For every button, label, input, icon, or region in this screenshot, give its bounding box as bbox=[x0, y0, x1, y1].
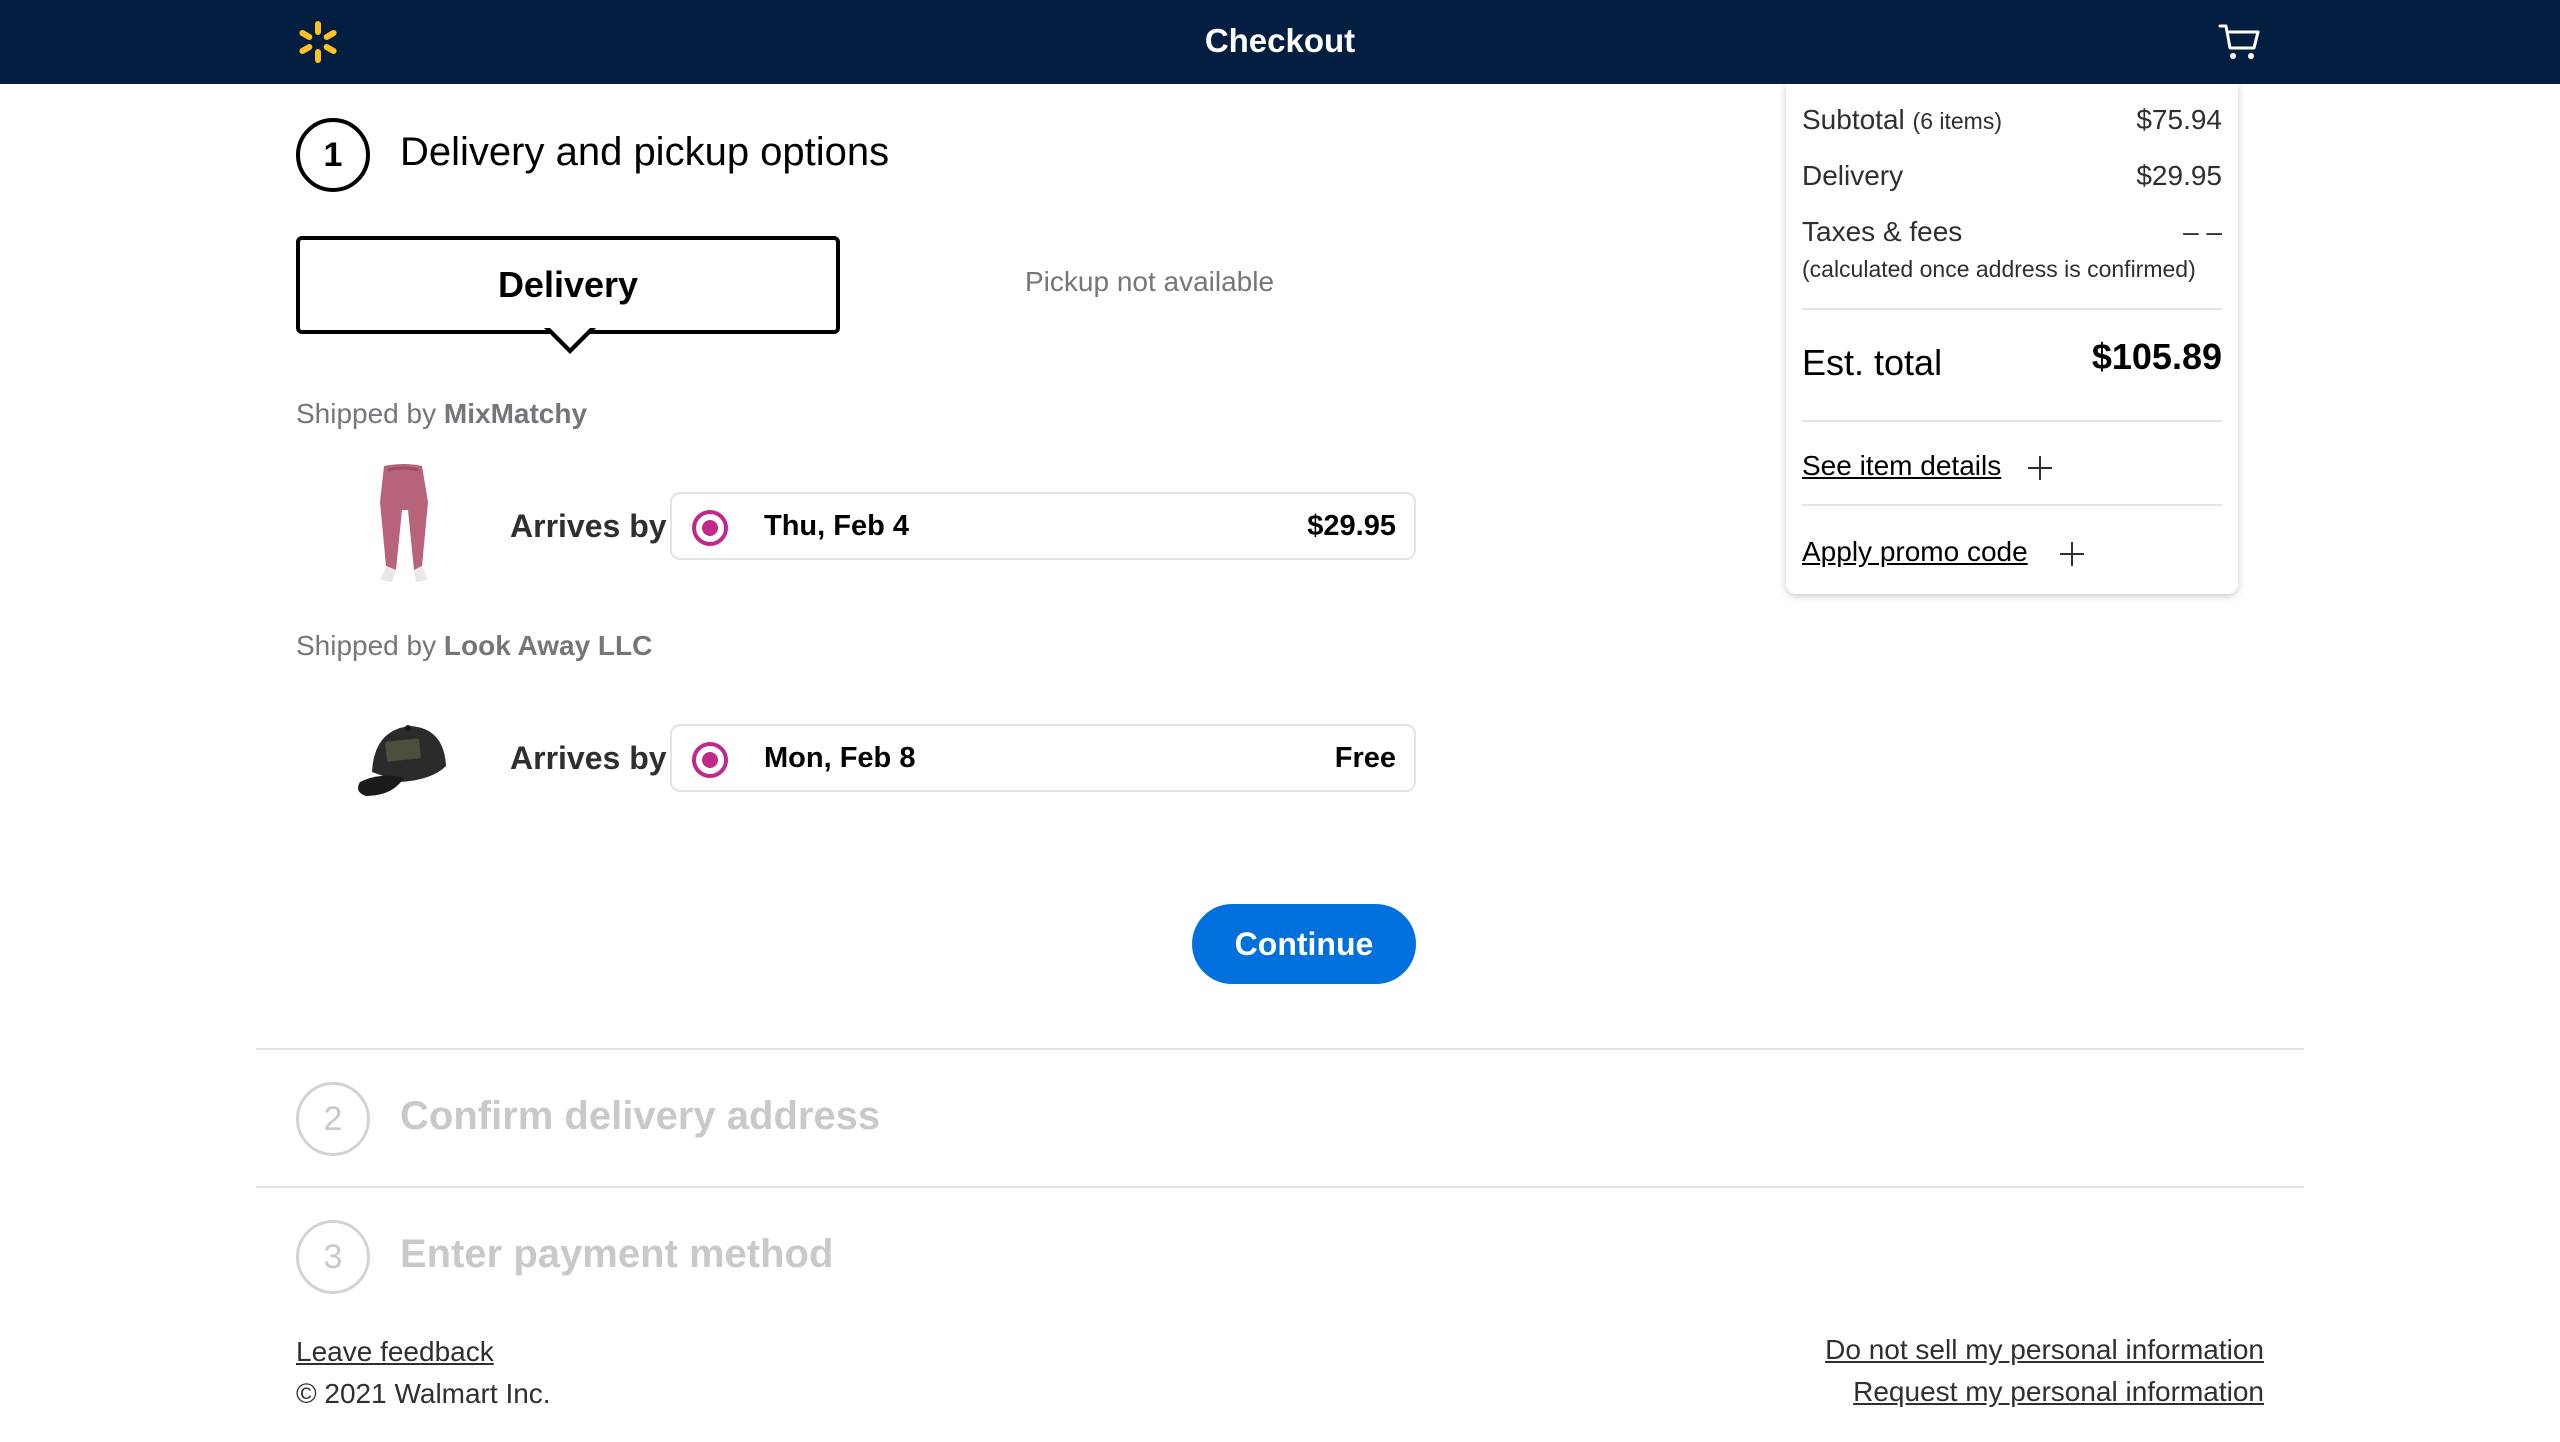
cap-image[interactable] bbox=[352, 716, 456, 806]
taxes-note: (calculated once address is confirmed) bbox=[1802, 256, 2196, 282]
shipped-by-prefix: Shipped by bbox=[296, 398, 437, 429]
continue-button[interactable]: Continue bbox=[1192, 904, 1416, 984]
delivery-date-2: Mon, Feb 8 bbox=[764, 742, 916, 774]
delivery-price-2: Free bbox=[1334, 742, 1396, 774]
divider bbox=[256, 1048, 2304, 1050]
seller-name: Look Away LLC bbox=[443, 630, 653, 661]
subtotal-items: (6 items) bbox=[1912, 108, 2002, 134]
step-3-title: Enter payment method bbox=[400, 1232, 834, 1276]
delivery-label: Delivery bbox=[1802, 160, 1904, 191]
plus-icon[interactable] bbox=[2028, 456, 2052, 480]
tab-delivery[interactable]: Delivery bbox=[296, 236, 840, 334]
summary-divider bbox=[1802, 420, 2222, 422]
subtotal-value: $75.94 bbox=[2136, 104, 2222, 135]
est-total-value: $105.89 bbox=[2091, 336, 2222, 377]
divider bbox=[256, 1186, 2304, 1188]
delivery-row: Delivery $29.95 bbox=[1802, 160, 2222, 192]
radio-selected-1[interactable] bbox=[692, 510, 728, 546]
subtotal-label: Subtotal bbox=[1802, 104, 1905, 135]
step-1-number: 1 bbox=[296, 118, 370, 192]
shipped-by-prefix: Shipped by bbox=[296, 630, 437, 661]
taxes-value: – – bbox=[2183, 216, 2222, 247]
arrives-by-label-2: Arrives by bbox=[510, 740, 667, 776]
page-title: Checkout bbox=[1204, 22, 1356, 59]
copyright: © 2021 Walmart Inc. bbox=[296, 1378, 551, 1409]
taxes-label: Taxes & fees bbox=[1802, 216, 1963, 247]
see-item-details-link[interactable]: See item details bbox=[1802, 450, 2001, 482]
step-2-title: Confirm delivery address bbox=[400, 1094, 881, 1138]
leave-feedback-link[interactable]: Leave feedback bbox=[296, 1336, 494, 1368]
arrives-by-label-1: Arrives by bbox=[510, 508, 667, 544]
delivery-option-2[interactable]: Mon, Feb 8 Free bbox=[670, 724, 1416, 792]
leggings-image[interactable] bbox=[362, 462, 446, 592]
delivery-value: $29.95 bbox=[2136, 160, 2222, 191]
delivery-option-1[interactable]: Thu, Feb 4 $29.95 bbox=[670, 492, 1416, 560]
step-1-title: Delivery and pickup options bbox=[400, 130, 890, 174]
delivery-date-1: Thu, Feb 4 bbox=[764, 510, 909, 542]
step-2-number: 2 bbox=[296, 1082, 370, 1156]
taxes-row: Taxes & fees – – bbox=[1802, 216, 2222, 248]
subtotal-row: Subtotal (6 items) $75.94 bbox=[1802, 104, 2222, 136]
radio-selected-2[interactable] bbox=[692, 742, 728, 778]
summary-divider bbox=[1802, 504, 2222, 506]
delivery-price-1: $29.95 bbox=[1307, 510, 1396, 542]
plus-icon[interactable] bbox=[2060, 542, 2084, 566]
shipped-by-2: Shipped by Look Away LLC bbox=[296, 630, 652, 662]
cart-icon[interactable] bbox=[2218, 22, 2262, 62]
summary-divider bbox=[1802, 308, 2222, 310]
apply-promo-link[interactable]: Apply promo code bbox=[1802, 536, 2028, 568]
request-info-link[interactable]: Request my personal information bbox=[1853, 1376, 2264, 1408]
step-3-number: 3 bbox=[296, 1220, 370, 1294]
do-not-sell-link[interactable]: Do not sell my personal information bbox=[1825, 1334, 2264, 1366]
top-bar: Checkout bbox=[0, 0, 2560, 84]
shipped-by-1: Shipped by MixMatchy bbox=[296, 398, 587, 430]
tab-pointer-fill bbox=[550, 328, 590, 348]
est-total-label: Est. total bbox=[1802, 342, 1943, 383]
order-summary: Subtotal (6 items) $75.94 Delivery $29.9… bbox=[1786, 84, 2238, 594]
tab-pickup: Pickup not available bbox=[1025, 266, 1275, 297]
seller-name: MixMatchy bbox=[443, 398, 588, 429]
